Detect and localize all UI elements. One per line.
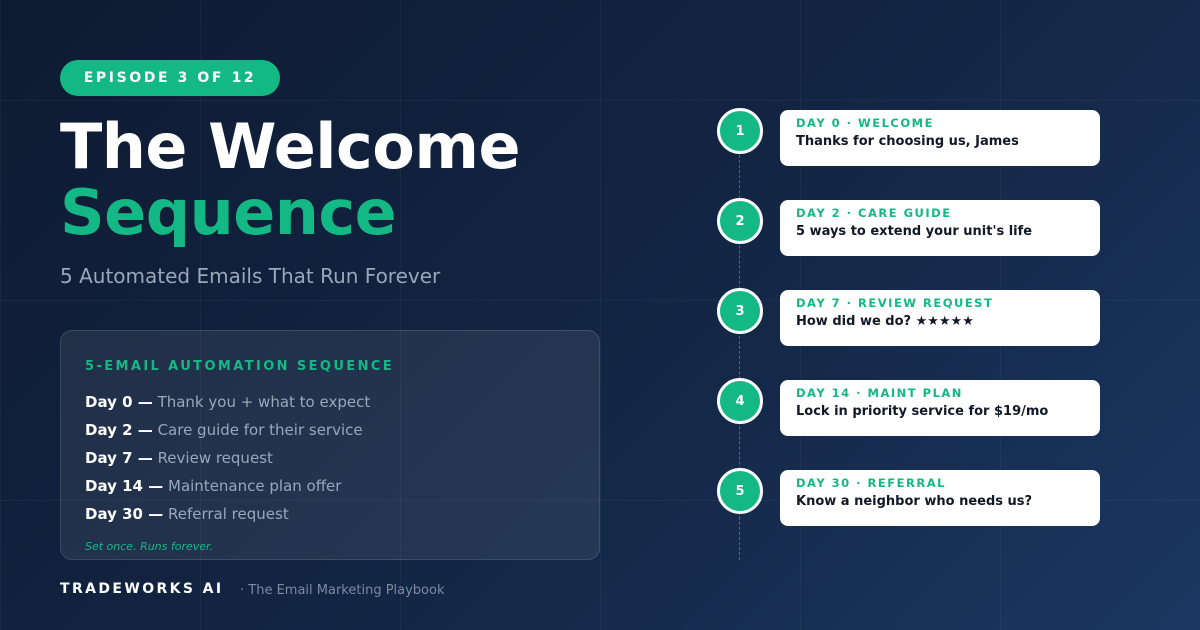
- sequence-row-desc: Review request: [157, 449, 273, 467]
- panel-note: Set once. Runs forever.: [85, 540, 214, 553]
- episode-badge: EPISODE 3 OF 12: [60, 60, 280, 96]
- sequence-row-desc: Maintenance plan offer: [168, 477, 342, 495]
- timeline-step-card: DAY 0 · WELCOME Thanks for choosing us, …: [780, 110, 1100, 166]
- timeline-step-label: DAY 2 · CARE GUIDE: [796, 206, 952, 220]
- timeline-step-title: Thanks for choosing us, James: [796, 134, 1019, 149]
- timeline-step-number: 3: [717, 288, 763, 334]
- sequence-row-day: Day 14 —: [85, 477, 164, 495]
- timeline-step-label: DAY 14 · MAINT PLAN: [796, 386, 963, 400]
- sequence-summary-panel: 5-EMAIL AUTOMATION SEQUENCE Day 0 — Than…: [60, 330, 600, 560]
- timeline-step-number: 5: [717, 468, 763, 514]
- title-line-1: The Welcome: [60, 110, 521, 183]
- sequence-row: Day 30 — Referral request: [85, 500, 575, 528]
- sequence-row-day: Day 7 —: [85, 449, 153, 467]
- timeline-step-card: DAY 2 · CARE GUIDE 5 ways to extend your…: [780, 200, 1100, 256]
- timeline-step-label: DAY 0 · WELCOME: [796, 116, 934, 130]
- timeline-step-title: How did we do? ★★★★★: [796, 314, 974, 329]
- timeline-step-card: DAY 30 · REFERRAL Know a neighbor who ne…: [780, 470, 1100, 526]
- timeline-step-card: DAY 7 · REVIEW REQUEST How did we do? ★★…: [780, 290, 1100, 346]
- sequence-row-desc: Thank you + what to expect: [157, 393, 371, 411]
- sequence-row-day: Day 0 —: [85, 393, 153, 411]
- sequence-row-day: Day 30 —: [85, 505, 164, 523]
- sequence-row-desc: Care guide for their service: [157, 421, 363, 439]
- sequence-row-desc: Referral request: [168, 505, 289, 523]
- brand-tagline: · The Email Marketing Playbook: [240, 583, 445, 598]
- subtitle: 5 Automated Emails That Run Forever: [60, 264, 441, 288]
- title-line-2: Sequence: [60, 176, 397, 249]
- timeline-step-label: DAY 7 · REVIEW REQUEST: [796, 296, 994, 310]
- sequence-row-day: Day 2 —: [85, 421, 153, 439]
- sequence-row: Day 14 — Maintenance plan offer: [85, 472, 575, 500]
- timeline-step-card: DAY 14 · MAINT PLAN Lock in priority ser…: [780, 380, 1100, 436]
- timeline-step-number: 1: [717, 108, 763, 154]
- brand-name: TRADEWORKS AI: [60, 581, 224, 597]
- sequence-row: Day 7 — Review request: [85, 444, 575, 472]
- timeline-step-title: Know a neighbor who needs us?: [796, 494, 1033, 509]
- sequence-row: Day 0 — Thank you + what to expect: [85, 388, 575, 416]
- timeline-step-title: Lock in priority service for $19/mo: [796, 404, 1049, 419]
- sequence-row: Day 2 — Care guide for their service: [85, 416, 575, 444]
- timeline-step-label: DAY 30 · REFERRAL: [796, 476, 946, 490]
- page-title: The Welcome Sequence: [60, 110, 521, 249]
- timeline-step-title: 5 ways to extend your unit's life: [796, 224, 1033, 239]
- panel-heading: 5-EMAIL AUTOMATION SEQUENCE: [85, 359, 395, 374]
- timeline-step-number: 4: [717, 378, 763, 424]
- timeline-step-number: 2: [717, 198, 763, 244]
